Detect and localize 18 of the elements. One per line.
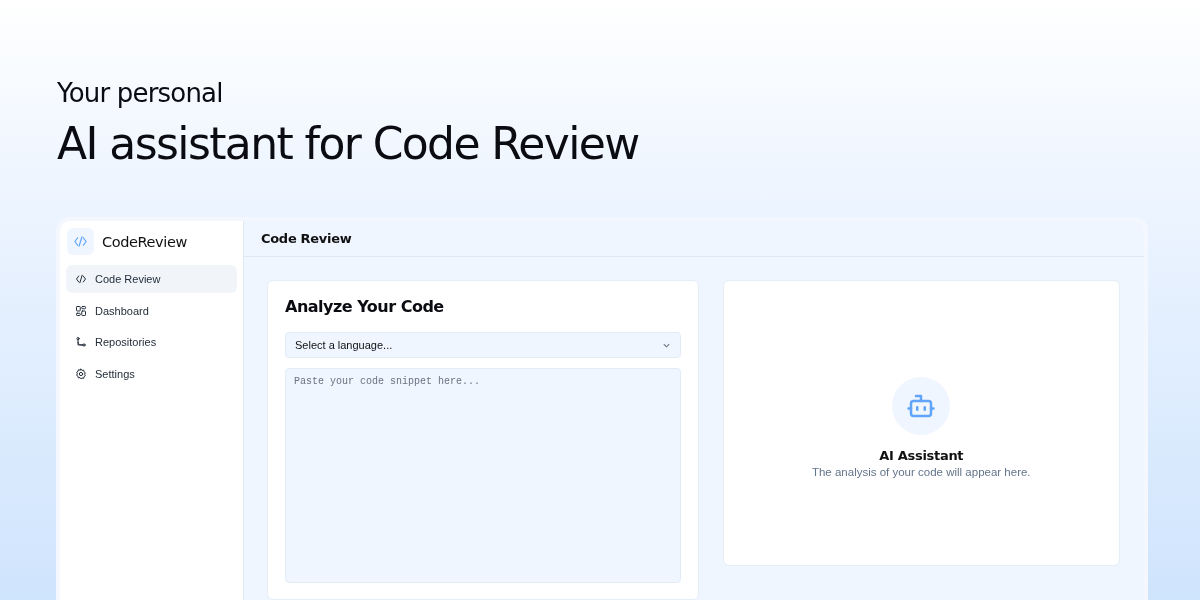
sidebar-item[interactable]: Settings [66, 359, 237, 388]
card-title: Analyze Your Code [285, 297, 445, 316]
hero-title: AI assistant for Code Review [57, 117, 640, 171]
grid-icon [75, 304, 87, 317]
code-icon [75, 273, 87, 285]
hero-eyebrow: Your personal [57, 77, 224, 110]
assistant-message: The analysis of your code will appear here. [811, 465, 1031, 478]
sidebar-item[interactable]: Repositories [66, 328, 237, 356]
code-input[interactable]: Paste your code snippet here... [285, 368, 681, 583]
assistant-title: AI Assistant [879, 447, 964, 463]
settings-icon [75, 367, 87, 380]
page-title: Code Review [244, 221, 1144, 257]
sidebar-item[interactable]: Code Review [66, 265, 237, 293]
language-select[interactable]: Select a language... [285, 332, 681, 359]
brand-name: CodeReview [102, 233, 187, 250]
branch-icon [75, 336, 87, 348]
code-icon [73, 234, 88, 249]
sidebar-item[interactable]: Dashboard [66, 296, 237, 325]
